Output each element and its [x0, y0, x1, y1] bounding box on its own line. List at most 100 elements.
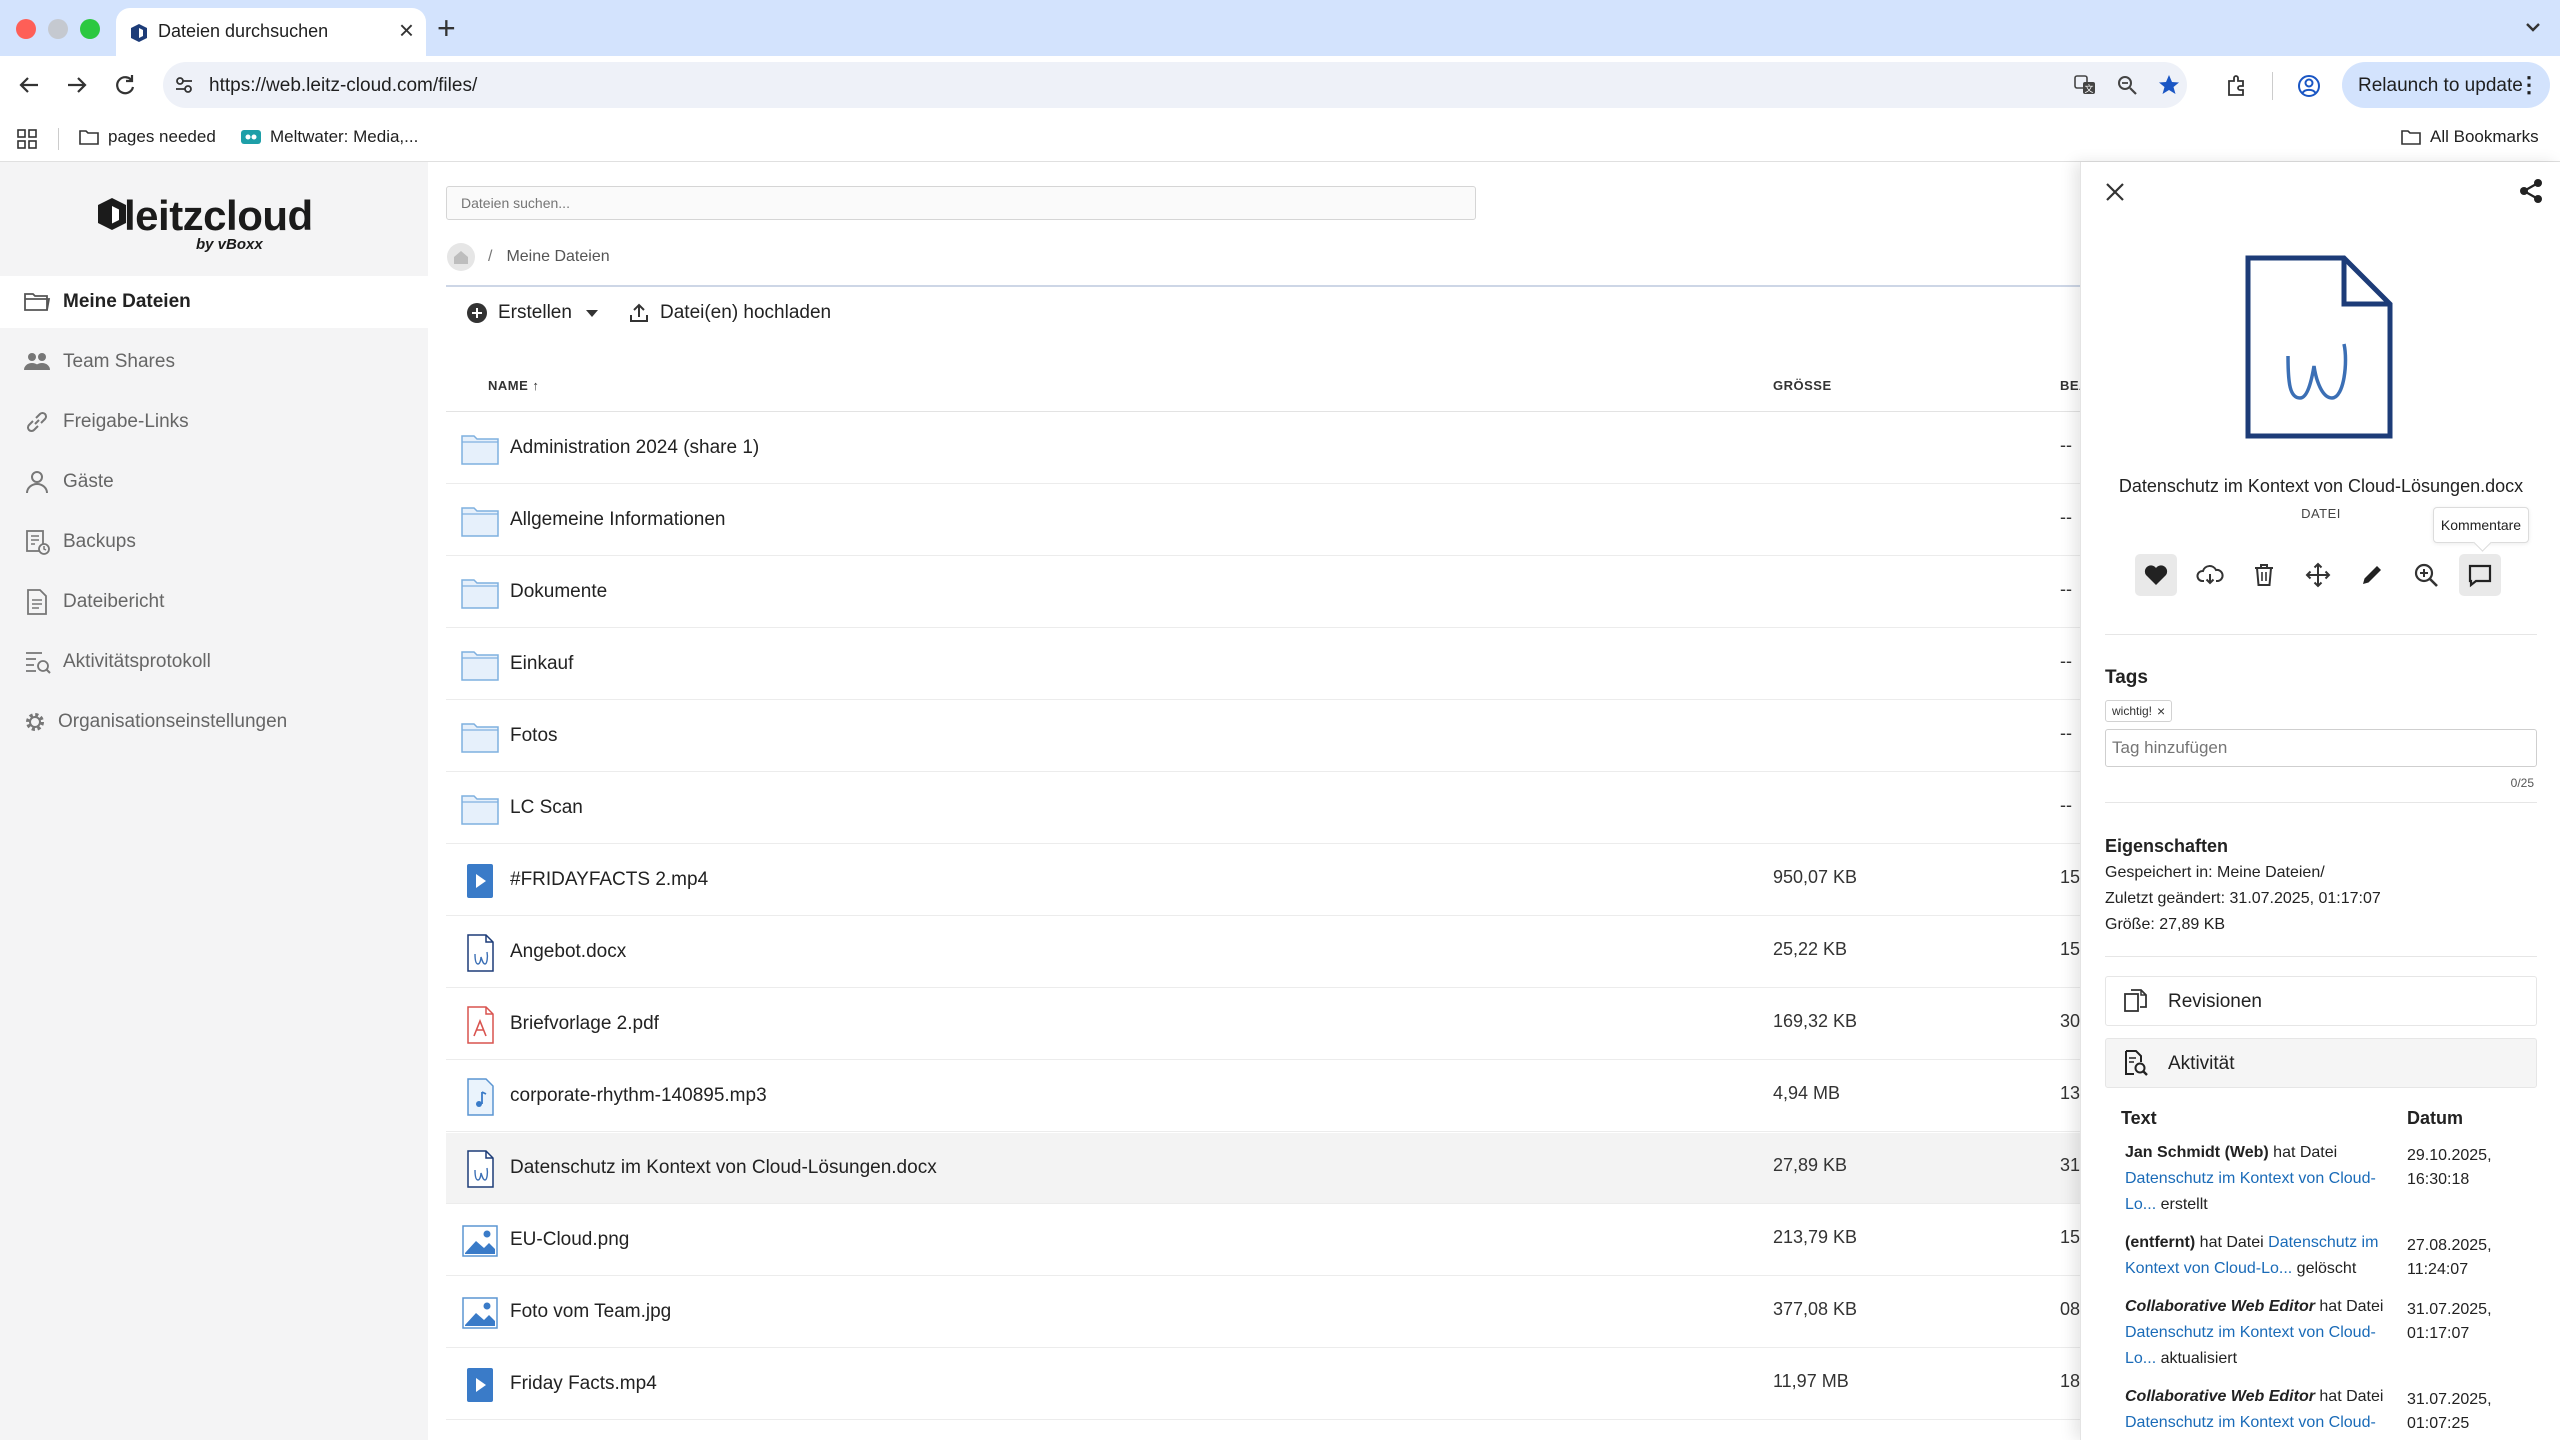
file-row[interactable]: Datenschutz im Kontext von Cloud-Lösunge… [446, 1133, 2095, 1204]
activity-file-link[interactable]: Datenschutz im Kontext von Cloud- [2125, 1414, 2376, 1431]
sidebar-item-backups[interactable]: Backups [0, 516, 428, 568]
activity-actor: Collaborative Web Editor [2125, 1388, 2315, 1405]
file-name[interactable]: Fotos [510, 725, 558, 747]
activity-actor: (entfernt) [2125, 1234, 2196, 1251]
folder-row[interactable]: Dokumente -- [446, 557, 2080, 628]
file-name[interactable]: Datenschutz im Kontext von Cloud-Lösunge… [510, 1157, 937, 1179]
close-icon[interactable] [2101, 178, 2129, 206]
file-name[interactable]: Einkauf [510, 653, 573, 675]
file-row[interactable]: Foto vom Team.jpg 377,08 KB 08.0 [446, 1277, 2095, 1348]
sidebar-item-freigabe-links[interactable]: Freigabe-Links [0, 396, 428, 448]
file-name[interactable]: Dokumente [510, 581, 607, 603]
bookmark-star-icon[interactable] [2157, 73, 2181, 97]
window-minimize-button[interactable] [48, 19, 68, 39]
folder-row[interactable]: Allgemeine Informationen -- [446, 485, 2080, 556]
tags-heading: Tags [2105, 667, 2148, 688]
forward-arrow-icon[interactable] [62, 70, 92, 100]
tag-input-field[interactable] [2105, 729, 2537, 767]
translate-icon[interactable]: 文 [2073, 73, 2097, 97]
folder-row[interactable]: Administration 2024 (share 1) -- [446, 413, 2080, 484]
address-bar[interactable]: https://web.leitz-cloud.com/files/ 文 [163, 62, 2187, 108]
breadcrumb-current[interactable]: Meine Dateien [506, 248, 609, 266]
file-name[interactable]: Administration 2024 (share 1) [510, 437, 759, 459]
folder-icon [460, 645, 500, 685]
activity-actor: Jan Schmidt (Web) [2125, 1144, 2269, 1161]
zoom-icon[interactable] [2115, 73, 2139, 97]
create-button[interactable]: Erstellen [466, 302, 598, 324]
reload-icon[interactable] [110, 70, 140, 100]
more-menu-icon[interactable]: ⋮ [2518, 72, 2540, 98]
browser-tab[interactable]: Dateien durchsuchen × [116, 8, 426, 56]
bookmark-meltwater[interactable]: Meltwater: Media,... [240, 127, 418, 147]
tag-input[interactable] [2106, 730, 2536, 766]
favorite-button[interactable] [2135, 554, 2177, 596]
sidebar-item-aktivitaetsprotokoll[interactable]: Aktivitätsprotokoll [0, 636, 428, 688]
column-header-edited[interactable]: BEARBEITET [2060, 378, 2080, 393]
tag-remove-icon[interactable]: × [2157, 703, 2165, 719]
file-name[interactable]: Friday Facts.mp4 [510, 1373, 657, 1395]
profile-icon[interactable] [2296, 73, 2322, 99]
window-maximize-button[interactable] [80, 19, 100, 39]
file-row[interactable]: Friday Facts.mp4 11,97 MB 18.0 [446, 1349, 2095, 1420]
bookmark-pages-needed[interactable]: pages needed [78, 127, 216, 147]
preview-button[interactable] [2405, 554, 2447, 596]
folder-row[interactable]: Fotos -- [446, 701, 2080, 772]
file-name[interactable]: #FRIDAYFACTS 2.mp4 [510, 869, 708, 891]
file-row[interactable]: Angebot.docx 25,22 KB 15.1 [446, 917, 2095, 988]
sidebar-item-team-shares[interactable]: Team Shares [0, 336, 428, 388]
site-settings-icon[interactable] [173, 74, 195, 96]
file-name[interactable]: Briefvorlage 2.pdf [510, 1013, 659, 1035]
search-input[interactable] [447, 187, 1475, 219]
link-icon [26, 411, 48, 433]
comments-button[interactable] [2459, 554, 2501, 596]
file-name[interactable]: EU-Cloud.png [510, 1229, 629, 1251]
download-button[interactable] [2189, 554, 2231, 596]
relaunch-to-update-button[interactable]: Relaunch to update ⋮ [2342, 62, 2550, 108]
column-header-name[interactable]: NAME ↑ [488, 378, 539, 393]
new-tab-button[interactable]: + [437, 10, 456, 47]
file-size: 377,08 KB [1773, 1299, 1858, 1319]
bookmarks-divider [58, 128, 59, 150]
back-arrow-icon[interactable] [14, 70, 44, 100]
file-name[interactable]: LC Scan [510, 797, 583, 819]
revisions-section[interactable]: Revisionen [2105, 976, 2537, 1026]
file-search[interactable] [446, 186, 1476, 220]
move-button[interactable] [2297, 554, 2339, 596]
delete-button[interactable] [2243, 554, 2285, 596]
all-bookmarks[interactable]: All Bookmarks [2400, 127, 2539, 147]
sidebar-item-gaeste[interactable]: Gäste [0, 456, 428, 508]
home-icon[interactable] [446, 242, 476, 272]
sidebar-item-dateibericht[interactable]: Dateibericht [0, 576, 428, 628]
sidebar: leitzcloud by vBoxx Meine Dateien Team S… [0, 162, 428, 1440]
share-icon[interactable] [2516, 176, 2546, 206]
file-name[interactable]: Allgemeine Informationen [510, 509, 725, 531]
leitzcloud-logo[interactable]: leitzcloud by vBoxx [96, 192, 336, 253]
sidebar-item-organisationseinstellungen[interactable]: Organisationseinstellungen [0, 696, 428, 748]
file-row[interactable]: Briefvorlage 2.pdf 169,32 KB 30.0 [446, 989, 2095, 1060]
file-name[interactable]: corporate-rhythm-140895.mp3 [510, 1085, 767, 1107]
extensions-icon[interactable] [2224, 73, 2250, 99]
edit-button[interactable] [2351, 554, 2393, 596]
activity-section[interactable]: Aktivität [2105, 1038, 2537, 1088]
folder-icon [79, 130, 99, 145]
window-close-button[interactable] [16, 19, 36, 39]
file-name[interactable]: Angebot.docx [510, 941, 626, 963]
apps-grid-icon[interactable] [16, 128, 38, 150]
tab-close-icon[interactable]: × [399, 17, 414, 43]
sidebar-item-meine-dateien[interactable]: Meine Dateien [0, 276, 428, 328]
leitzcloud-app: leitzcloud by vBoxx Meine Dateien Team S… [0, 162, 2560, 1440]
folder-row[interactable]: Einkauf -- [446, 629, 2080, 700]
upload-label: Datei(en) hochladen [660, 302, 832, 323]
file-row[interactable]: EU-Cloud.png 213,79 KB 15.0 [446, 1205, 2095, 1276]
heart-icon [2144, 565, 2168, 585]
file-row[interactable]: #FRIDAYFACTS 2.mp4 950,07 KB 15.0 [446, 845, 2095, 916]
file-name[interactable]: Foto vom Team.jpg [510, 1301, 671, 1323]
property-size: Größe: 27,89 KB [2105, 916, 2226, 933]
column-header-size[interactable]: GRÖSSE [1773, 378, 1832, 393]
audio-file-icon [460, 1077, 500, 1117]
upload-button[interactable]: Datei(en) hochladen [628, 302, 831, 324]
file-row[interactable]: corporate-rhythm-140895.mp3 4,94 MB 13.0 [446, 1061, 2095, 1132]
tab-search-chevron-icon[interactable] [2520, 14, 2546, 40]
folder-row[interactable]: LC Scan -- [446, 773, 2080, 844]
file-edited: -- [2060, 579, 2072, 599]
